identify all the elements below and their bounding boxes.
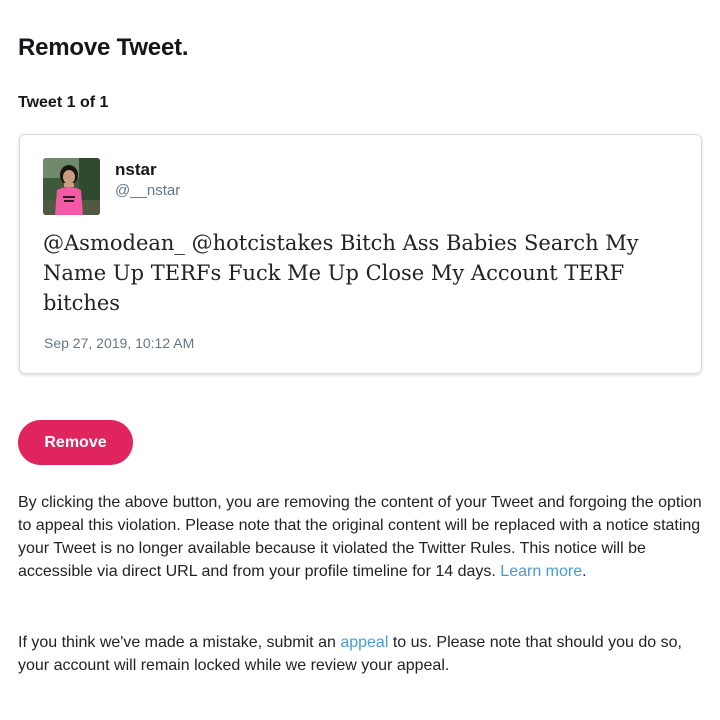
user-avatar bbox=[43, 158, 100, 215]
tweet-counter: Tweet 1 of 1 bbox=[18, 94, 109, 111]
tweet-text: @Asmodean_ @hotcistakes Bitch Ass Babies… bbox=[43, 231, 639, 315]
page-title: Remove Tweet. bbox=[18, 34, 189, 61]
tweet-handle: @__nstar bbox=[115, 182, 181, 199]
tweet-card: nstar @__nstar @Asmodean_ @hotcistakes B… bbox=[19, 134, 702, 374]
tweet-timestamp: Sep 27, 2019, 10:12 AM bbox=[44, 335, 195, 351]
tweet-display-name: nstar bbox=[115, 160, 157, 179]
learn-more-link[interactable]: Learn more bbox=[500, 563, 582, 580]
remove-button[interactable]: Remove bbox=[18, 420, 133, 465]
learn-more-suffix: . bbox=[582, 563, 587, 580]
removal-notice: By clicking the above button, you are re… bbox=[18, 491, 708, 583]
avatar-photo-icon bbox=[43, 158, 100, 215]
appeal-notice: If you think we've made a mistake, submi… bbox=[18, 631, 708, 677]
removal-notice-text: By clicking the above button, you are re… bbox=[18, 494, 702, 580]
appeal-text-prefix: If you think we've made a mistake, submi… bbox=[18, 634, 336, 651]
appeal-link[interactable]: appeal bbox=[340, 634, 388, 651]
